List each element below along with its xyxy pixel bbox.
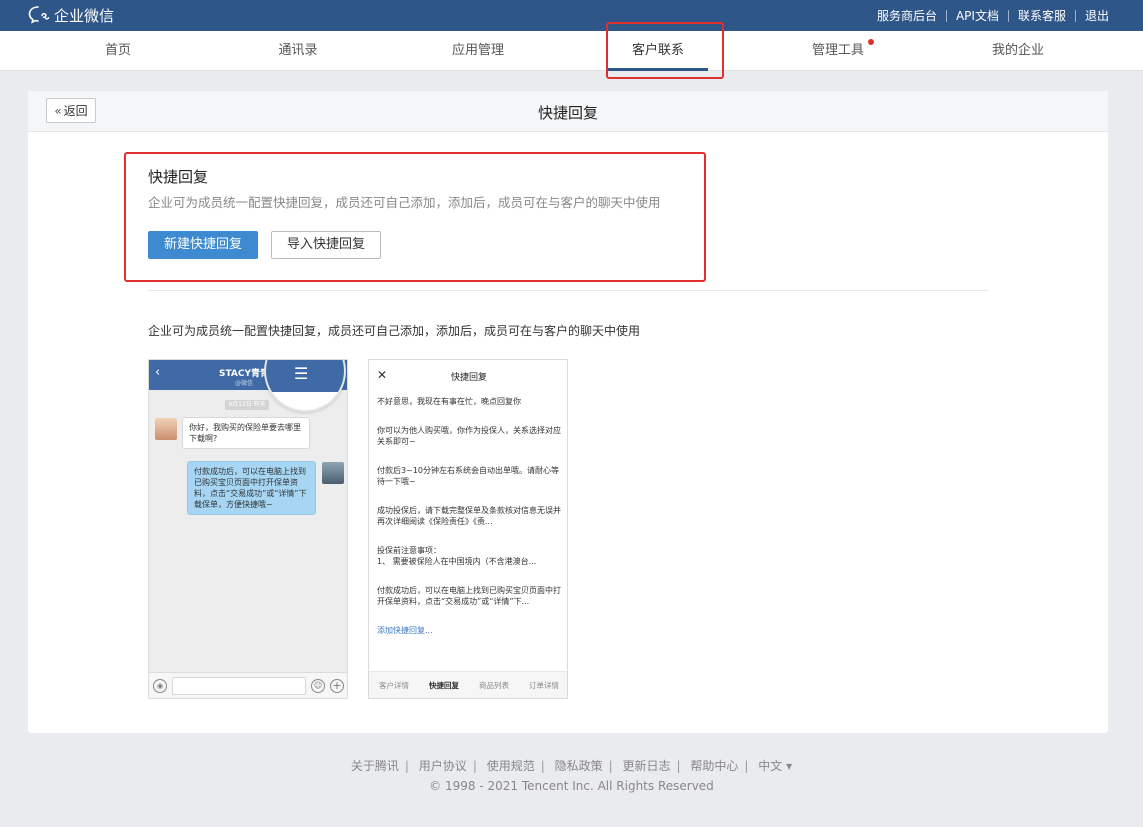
logo-text: 企业微信 — [54, 6, 115, 25]
panel-title: 快捷回复 — [450, 373, 487, 383]
panel-tab-product-list: 商品列表 — [479, 681, 509, 690]
service-provider-link[interactable]: 服务商后台 — [877, 7, 937, 24]
emoji-icon: ☺ — [311, 679, 325, 693]
date-label: 9月12日 昨天 — [225, 400, 269, 410]
page-title: 快捷回复 — [537, 104, 598, 122]
intro-text: 企业可为成员统一配置快捷回复，成员还可自己添加，添加后，成员可在与客户的聊天中使… — [148, 324, 641, 338]
footer-about-tencent[interactable]: 关于腾讯 — [351, 759, 399, 773]
footer-changelog[interactable]: 更新日志 — [622, 759, 670, 773]
notification-dot — [868, 39, 874, 45]
reply-item: 付款成功后，可以在电脑上找到已购买宝贝页面中打开保单资料，点击“交易成功”或“详… — [377, 586, 561, 606]
footer-usage-rules[interactable]: 使用规范 — [487, 759, 535, 773]
contact-support-link[interactable]: 联系客服 — [1018, 7, 1066, 24]
logout-link[interactable]: 退出 — [1085, 7, 1109, 24]
highlight-box-nav — [606, 22, 724, 79]
nav-contacts[interactable]: 通讯录 — [238, 31, 358, 71]
panel-tab-customer-details: 客户详情 — [379, 681, 409, 690]
logo[interactable]: 企业微信 — [28, 5, 114, 25]
reply-item: 不好意思，我现在有事在忙，晚点回复你 — [377, 397, 521, 406]
nav-home[interactable]: 首页 — [58, 31, 178, 71]
menu-icon: ☰ — [294, 364, 309, 383]
main-card: 快捷回复 « 返回 快捷回复 企业可为成员统一配置快捷回复，成员还可自己添加，添… — [28, 91, 1108, 733]
panel-tabs: 客户详情 快捷回复 商品列表 订单详情 — [369, 671, 567, 698]
footer-help-center[interactable]: 帮助中心 — [690, 759, 738, 773]
back-label: 返回 — [63, 104, 88, 118]
footer-privacy-policy[interactable]: 隐私政策 — [555, 759, 603, 773]
agent-message: 付款成功后，可以在电脑上找到已购买宝贝页面中打开保单资料，点击“交易成功”或“详… — [187, 461, 316, 515]
voice-icon: ◉ — [153, 679, 167, 693]
nav-my-enterprise[interactable]: 我的企业 — [958, 31, 1078, 71]
top-bar: 企业微信 服务商后台 API文档 联系客服 退出 — [0, 0, 1143, 31]
reply-item: 付款后3~10分钟左右系统会自动出单哦。请耐心等待一下哦~ — [377, 466, 559, 486]
chat-input-bar: ◉ ☺ + — [149, 672, 347, 698]
panel-tab-order-details: 订单详情 — [529, 681, 559, 690]
reply-list: 不好意思，我现在有事在忙，晚点回复你 你可以为他人购买哦，你作为投保人，关系选择… — [377, 396, 561, 636]
divider — [945, 9, 947, 22]
quick-reply-preview-image: ✕ 快捷回复 不好意思，我现在有事在忙，晚点回复你 你可以为他人购买哦，你作为投… — [368, 359, 568, 699]
footer-user-agreement[interactable]: 用户协议 — [419, 759, 467, 773]
customer-avatar — [155, 418, 177, 440]
reply-item: 投保前注意事项： 1、 需要被保险人在中国境内（不含港澳台... — [377, 546, 537, 566]
card-header: 快捷回复 « 返回 — [28, 91, 1108, 132]
panel-tab-quick-reply: 快捷回复 — [429, 681, 459, 690]
reply-item: 成功投保后，请下载完整保单及条款核对信息无误并再次详细阅读《保险责任》《责... — [377, 506, 561, 526]
chat-preview-image: ‹ STACY青青 @微信 ☰ 9月12日 昨天 你好，我购买的保险单要去哪里下… — [148, 359, 348, 699]
section-divider — [148, 290, 988, 291]
plus-icon: + — [330, 679, 344, 693]
footer-links: 关于腾讯 | 用户协议 | 使用规范 | 隐私政策 | 更新日志 | 帮助中心 | 中文 ▾ — [350, 759, 793, 773]
magnifier-overlay: ☰ — [264, 360, 346, 412]
nav-app-management[interactable]: 应用管理 — [418, 31, 538, 71]
copyright: © 1998 - 2021 Tencent Inc. All Rights Re… — [429, 779, 714, 793]
highlight-box-section — [124, 152, 706, 282]
top-links: 服务商后台 API文档 联系客服 退出 — [877, 7, 1109, 24]
reply-item: 你可以为他人购买哦，你作为投保人，关系选择对应关系即可~ — [377, 426, 561, 446]
main-nav: 首页 通讯录 应用管理 客户联系 管理工具 我的企业 — [0, 31, 1143, 71]
back-button[interactable]: « 返回 — [46, 98, 96, 123]
nav-management-tools[interactable]: 管理工具 — [778, 31, 898, 71]
customer-message: 你好，我购买的保险单要去哪里下载啊? — [182, 417, 310, 449]
chat-input — [172, 677, 306, 695]
add-reply-link: 添加快捷回复... — [377, 626, 433, 635]
language-selector[interactable]: 中文 ▾ — [758, 759, 792, 773]
double-chevron-left-icon: « — [54, 103, 62, 118]
divider — [1007, 9, 1009, 22]
api-docs-link[interactable]: API文档 — [956, 7, 999, 24]
divider — [1074, 9, 1076, 22]
chat-bubble-logo-icon — [28, 6, 50, 24]
agent-avatar — [322, 462, 344, 484]
